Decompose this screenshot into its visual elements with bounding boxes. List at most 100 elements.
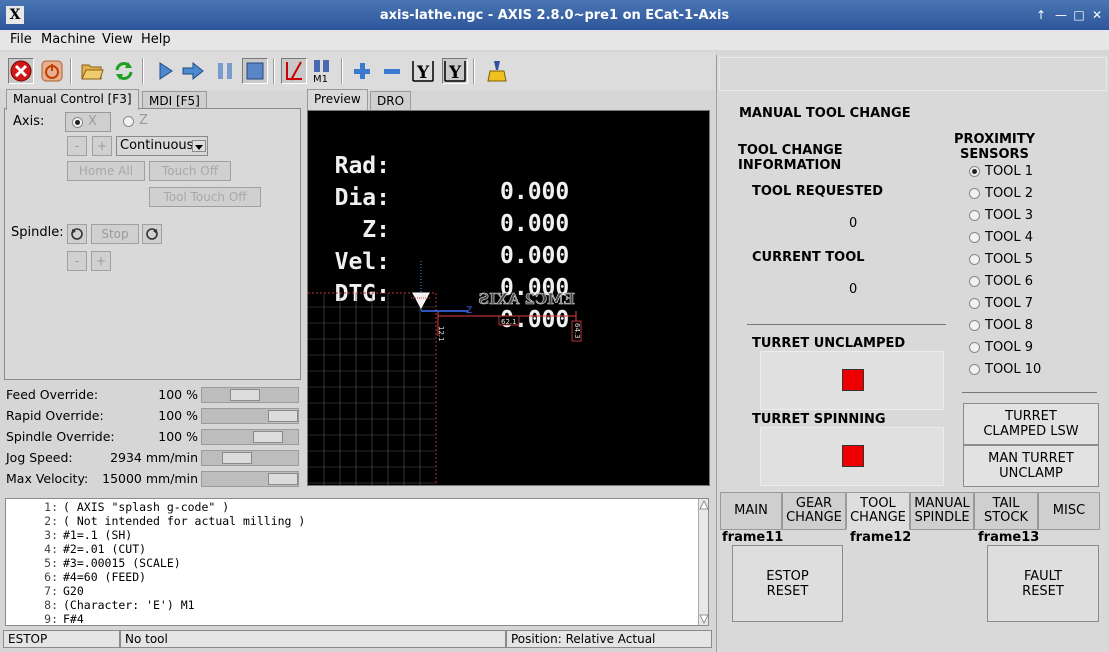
- fault-reset-button[interactable]: FAULT RESET: [987, 545, 1099, 622]
- dim-x-label: 62.1: [501, 318, 517, 326]
- gcode-listing[interactable]: 1:( AXIS "splash g-code" ) 2:( Not inten…: [5, 498, 709, 626]
- feed-override-value: 100 %: [158, 387, 198, 402]
- tab-manual-control[interactable]: Manual Control [F3]: [6, 89, 139, 110]
- axis-z-label: Z: [466, 306, 472, 316]
- jog-plus-button[interactable]: +: [92, 136, 112, 156]
- proximity-title-2: SENSORS: [960, 147, 1029, 162]
- home-all-button[interactable]: Home All: [67, 161, 145, 181]
- gcode-scrollbar[interactable]: [698, 499, 708, 625]
- view-y-label: Y: [416, 63, 430, 83]
- tab-manual-spindle[interactable]: MANUAL SPINDLE: [910, 492, 974, 530]
- menu-machine[interactable]: Machine: [41, 32, 95, 47]
- spindle-minus-button[interactable]: -: [67, 251, 87, 271]
- tab-gear-change[interactable]: GEAR CHANGE: [782, 492, 846, 530]
- turret-spinning-led-box: [760, 427, 944, 486]
- turret-spinning-led: [842, 445, 864, 467]
- stop-icon[interactable]: [242, 58, 268, 84]
- jog-speed-slider[interactable]: [201, 450, 299, 466]
- open-file-icon[interactable]: [79, 58, 105, 84]
- spindle-override-value: 100 %: [158, 429, 198, 444]
- spindle-ccw-icon[interactable]: [67, 224, 87, 244]
- status-machine-state: ESTOP: [3, 630, 120, 648]
- axis-label: Axis:: [13, 114, 45, 129]
- turret-unclamped-led-box: [760, 351, 944, 410]
- feed-override-slider[interactable]: [201, 387, 299, 403]
- proximity-title-1: PROXIMITY: [954, 132, 1036, 147]
- keep-above-icon[interactable]: ↑: [1033, 7, 1049, 23]
- turret-unclamped-label: TURRET UNCLAMPED: [752, 336, 906, 351]
- panel-header: [719, 57, 1107, 91]
- max-velocity-value: 15000 mm/min: [102, 471, 198, 486]
- jog-mode-select[interactable]: Continuous: [116, 136, 208, 156]
- window-title: axis-lathe.ngc - AXIS 2.8.0~pre1 on ECat…: [379, 8, 730, 23]
- tab-dro[interactable]: DRO: [370, 91, 412, 110]
- status-position: Position: Relative Actual: [506, 630, 712, 648]
- status-tool: No tool: [120, 630, 506, 648]
- tab-preview[interactable]: Preview: [307, 89, 368, 110]
- manual-control-panel: Axis: X Z - + Continuous Home All Touch …: [4, 108, 301, 380]
- zoom-out-icon[interactable]: [379, 58, 405, 84]
- tool-change-info-title-2: INFORMATION: [738, 158, 842, 173]
- m1-label: M1: [313, 74, 328, 83]
- spindle-cw-icon[interactable]: [142, 224, 162, 244]
- reload-icon[interactable]: [111, 58, 137, 84]
- view-y-rotated-icon[interactable]: Y: [442, 58, 468, 84]
- machine-power-icon[interactable]: [39, 58, 65, 84]
- spindle-override-slider[interactable]: [201, 429, 299, 445]
- tab-main[interactable]: MAIN: [720, 492, 782, 530]
- clear-plot-icon[interactable]: [483, 58, 509, 84]
- jog-speed-label: Jog Speed:: [6, 450, 73, 465]
- gladevcp-panel: MANUAL TOOL CHANGE TOOL CHANGE INFORMATI…: [716, 55, 1108, 652]
- touch-off-button[interactable]: Touch Off: [149, 161, 231, 181]
- frame12-label: frame12: [850, 530, 912, 545]
- spindle-label: Spindle:: [11, 225, 64, 240]
- jog-minus-button[interactable]: -: [67, 136, 87, 156]
- divider: [747, 324, 946, 325]
- tool-change-info-title-1: TOOL CHANGE: [738, 143, 843, 158]
- block-delete-icon[interactable]: [281, 58, 307, 84]
- run-icon[interactable]: [152, 58, 178, 84]
- splash-text: EMC2 AXIS: [478, 290, 575, 308]
- max-velocity-slider[interactable]: [201, 471, 299, 487]
- dim-left-label: 12.1: [437, 326, 445, 342]
- preview-plot[interactable]: Rad: 0.000 Dia: 0.000 Z: 0.000 Vel: 0.00…: [307, 110, 710, 486]
- tool-touch-off-button[interactable]: Tool Touch Off: [149, 187, 261, 207]
- jog-speed-value: 2934 mm/min: [110, 450, 198, 465]
- estop-reset-button[interactable]: ESTOP RESET: [732, 545, 843, 622]
- zoom-in-icon[interactable]: [349, 58, 375, 84]
- current-tool-value: 0: [849, 282, 858, 297]
- menu-file[interactable]: File: [10, 32, 32, 47]
- rapid-override-slider[interactable]: [201, 408, 299, 424]
- tab-tail-stock[interactable]: TAIL STOCK: [974, 492, 1038, 530]
- spindle-plus-button[interactable]: +: [91, 251, 111, 271]
- tab-misc[interactable]: MISC: [1038, 492, 1100, 530]
- spindle-stop-button[interactable]: Stop: [91, 224, 139, 244]
- optional-stop-icon[interactable]: M1: [310, 58, 336, 84]
- max-velocity-label: Max Velocity:: [6, 471, 89, 486]
- menu-help[interactable]: Help: [141, 32, 171, 47]
- rapid-override-value: 100 %: [158, 408, 198, 423]
- axis-z-radio[interactable]: Z: [121, 112, 151, 132]
- frame13-label: frame13: [978, 530, 1040, 545]
- view-y-icon[interactable]: Y: [410, 58, 436, 84]
- current-tool-label: CURRENT TOOL: [752, 250, 865, 265]
- menu-bar: File Machine View Help: [0, 30, 1109, 50]
- divider: [962, 392, 1097, 393]
- estop-icon[interactable]: [8, 58, 34, 84]
- minimize-icon[interactable]: —: [1053, 7, 1069, 23]
- tab-tool-change[interactable]: TOOL CHANGE: [846, 492, 910, 530]
- maximize-icon[interactable]: □: [1071, 7, 1087, 23]
- dim-right-label: 64.3: [573, 323, 581, 339]
- pause-icon[interactable]: [212, 58, 238, 84]
- tool-requested-label: TOOL REQUESTED: [752, 184, 884, 199]
- turret-spinning-label: TURRET SPINNING: [752, 412, 886, 427]
- step-icon[interactable]: [181, 58, 207, 84]
- title-bar: X axis-lathe.ngc - AXIS 2.8.0~pre1 on EC…: [0, 0, 1109, 30]
- toolpath-graphic: 62.1 64.3 12.1 Z EMC2 AXIS: [308, 261, 582, 485]
- menu-view[interactable]: View: [102, 32, 133, 47]
- toolbar: M1 Y Y: [0, 52, 715, 90]
- axis-x-radio[interactable]: X: [65, 112, 111, 132]
- man-turret-unclamp-button[interactable]: MAN TURRET UNCLAMP: [963, 445, 1099, 487]
- turret-clamped-lsw-button[interactable]: TURRET CLAMPED LSW: [963, 403, 1099, 445]
- close-icon[interactable]: ✕: [1089, 7, 1105, 23]
